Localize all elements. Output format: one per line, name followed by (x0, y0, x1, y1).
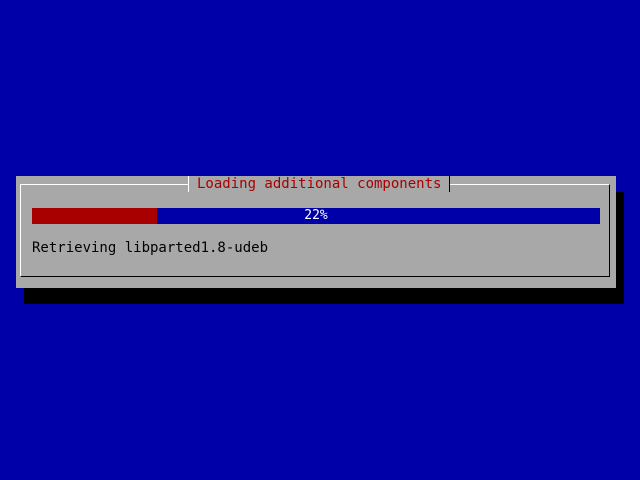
dialog-title: Loading additional components (197, 176, 442, 192)
dialog-frame (20, 184, 610, 277)
installer-screen: Loading additional components 22% Retrie… (0, 0, 640, 480)
status-text: Retrieving libparted1.8-udeb (32, 240, 269, 256)
progress-bar: 22% (32, 208, 600, 224)
dialog-title-box: Loading additional components (188, 176, 451, 192)
progress-dialog: Loading additional components 22% Retrie… (16, 176, 616, 288)
progress-percent: 22% (304, 208, 328, 223)
